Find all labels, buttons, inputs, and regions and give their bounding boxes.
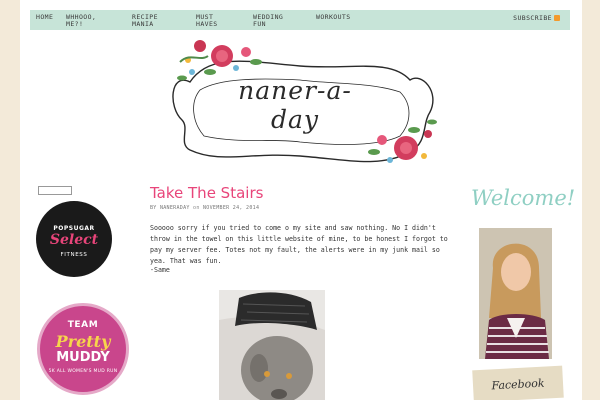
badge-text: POPSUGAR (53, 225, 95, 232)
subscribe-link[interactable]: SUBSCRIBE (513, 14, 560, 22)
nav-label-line2: MANIA (132, 20, 154, 28)
logo-text: naner-a-day (238, 76, 352, 134)
badge-text: Pretty (55, 332, 111, 351)
post-meta: by NANERADAY on NOVEMBER 24, 2014 (150, 205, 259, 211)
post-signature: -Same (150, 266, 170, 274)
roses-icon (368, 119, 437, 163)
nav-label-line2: HAVES (196, 20, 218, 28)
search-input[interactable] (38, 186, 72, 195)
post-title[interactable]: Take The Stairs (150, 184, 263, 202)
nav-label: HOME (36, 13, 54, 21)
post-author[interactable]: NANERADAY (160, 205, 190, 211)
nav-item-workouts[interactable]: WORKOUTS (316, 14, 351, 21)
rss-icon (554, 15, 560, 21)
post-date: NOVEMBER 24, 2014 (202, 205, 260, 211)
welcome-heading: Welcome! (471, 186, 576, 210)
meta-by: by (150, 205, 157, 211)
main-nav: HOME WHHOOO, ME?! RECIPE MANIA MUST HAVE… (30, 10, 570, 30)
subscribe-label: SUBSCRIBE (513, 14, 552, 22)
profile-photo (479, 228, 552, 359)
meta-on: on (193, 205, 200, 211)
nav-item-recipe-mania[interactable]: RECIPE MANIA (132, 14, 158, 28)
team-pretty-muddy-badge[interactable]: TEAM Pretty MUDDY 5K ALL WOMEN'S MUD RUN (37, 303, 129, 395)
post-photo (219, 290, 325, 400)
badge-text: FITNESS (60, 252, 88, 258)
badge-text: 5K ALL WOMEN'S MUD RUN (48, 369, 118, 374)
badge-text: MUDDY (56, 350, 110, 365)
badge-text: TEAM (67, 320, 99, 330)
nav-label-line2: FUN (253, 20, 266, 28)
badge-text: Select (49, 232, 99, 248)
nav-item-must-haves[interactable]: MUST HAVES (196, 14, 218, 28)
popsugar-select-badge[interactable]: POPSUGAR Select FITNESS (36, 201, 112, 277)
facebook-widget-tag[interactable]: Facebook (472, 365, 564, 400)
nav-label-line2: ME?! (66, 20, 84, 28)
nav-item-wedding-fun[interactable]: WEDDING FUN (253, 14, 283, 28)
nav-item-home[interactable]: HOME (36, 14, 53, 21)
roses-icon (177, 40, 262, 81)
page: HOME WHHOOO, ME?! RECIPE MANIA MUST HAVE… (20, 0, 582, 400)
nav-label: WORKOUTS (316, 13, 351, 21)
facebook-heading: Facebook (491, 376, 545, 393)
nav-item-whhooo-me[interactable]: WHHOOO, ME?! (66, 14, 96, 28)
post-body: Sooooo sorry if you tried to come o my s… (150, 224, 448, 265)
